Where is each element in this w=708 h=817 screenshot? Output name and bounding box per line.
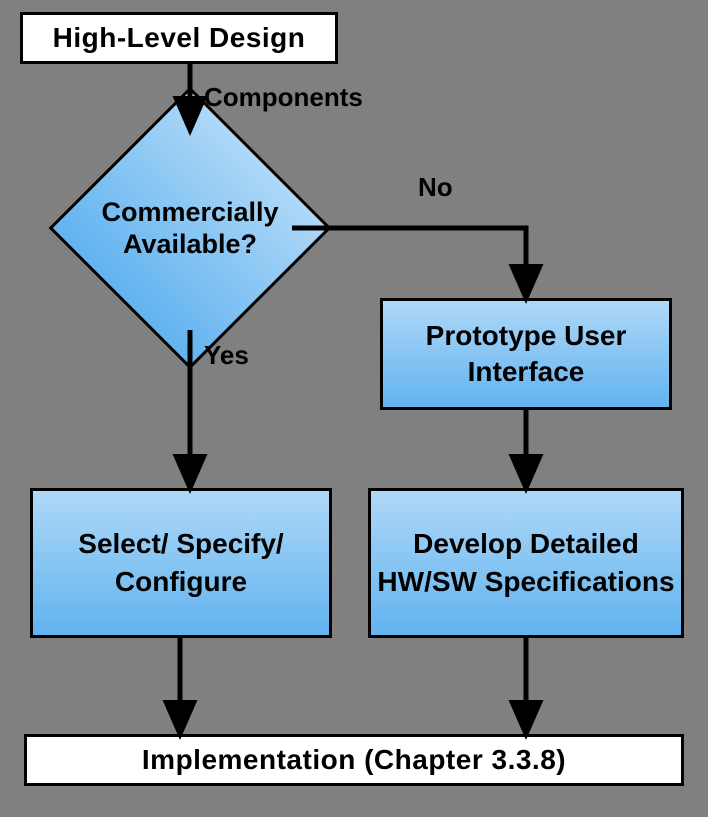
node-label: Develop Detailed HW/SW Specifications [371, 525, 681, 601]
node-label: High-Level Design [53, 22, 306, 54]
node-prototype-ui: Prototype User Interface [380, 298, 672, 410]
node-label: Prototype User Interface [383, 318, 669, 391]
node-commercially-available: Commercially Available? [90, 128, 290, 328]
node-label: Select/ Specify/ Configure [33, 525, 329, 601]
node-select-specify-configure: Select/ Specify/ Configure [30, 488, 332, 638]
node-label: Commercially Available? [90, 128, 290, 328]
edge-label-no: No [418, 172, 453, 203]
edge-label-yes: Yes [204, 340, 249, 371]
node-high-level-design: High-Level Design [20, 12, 338, 64]
node-implementation: Implementation (Chapter 3.3.8) [24, 734, 684, 786]
node-develop-specs: Develop Detailed HW/SW Specifications [368, 488, 684, 638]
node-label: Implementation (Chapter 3.3.8) [142, 744, 566, 776]
edge-label-components: Components [204, 82, 363, 113]
